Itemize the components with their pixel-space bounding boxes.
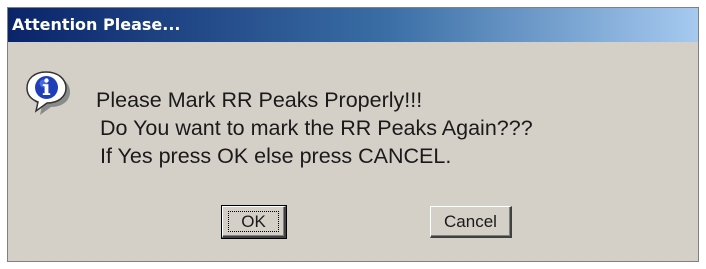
dialog-titlebar[interactable]: Attention Please... xyxy=(8,8,698,42)
dialog-title: Attention Please... xyxy=(12,15,181,34)
cancel-button-label: Cancel xyxy=(444,212,497,231)
focus-rectangle xyxy=(228,211,279,232)
ok-button[interactable]: OK xyxy=(221,205,287,239)
cancel-button[interactable]: Cancel xyxy=(430,206,512,238)
message-line-3: If Yes press OK else press CANCEL. xyxy=(100,144,452,168)
dialog-message: Please Mark RR Peaks Properly!!! Do You … xyxy=(96,86,533,170)
message-dialog: Attention Please... Please Mark RR Peaks… xyxy=(7,7,699,262)
info-icon xyxy=(24,70,72,116)
message-line-2: Do You want to mark the RR Peaks Again??… xyxy=(100,116,533,140)
message-line-1: Please Mark RR Peaks Properly!!! xyxy=(96,88,423,112)
